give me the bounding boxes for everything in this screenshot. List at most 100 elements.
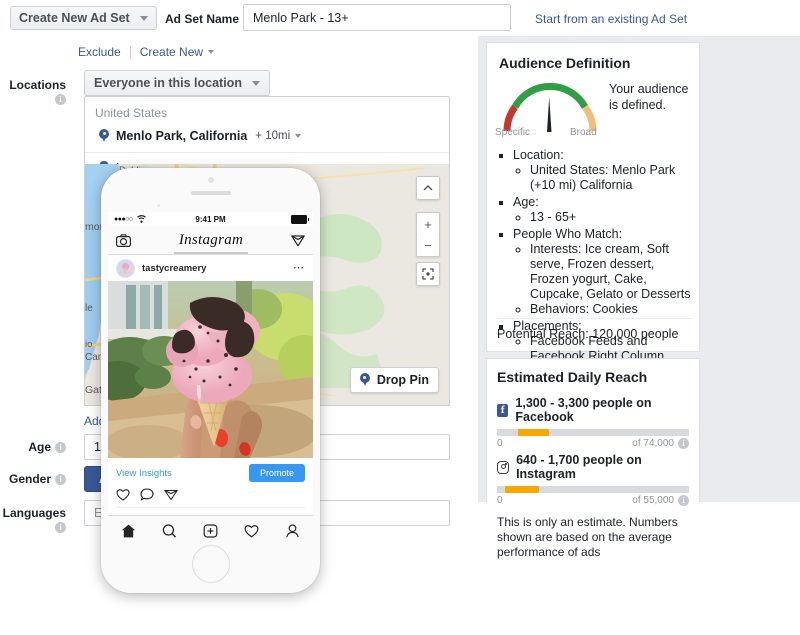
info-icon[interactable]: i: [678, 495, 689, 507]
audience-subitem: 13 - 65+: [530, 210, 695, 225]
languages-label: Languagesi: [2, 506, 66, 534]
ad-set-name-input[interactable]: Menlo Park - 13+: [243, 4, 511, 31]
chevron-down-icon: [139, 15, 148, 21]
instagram-bar-min: 0: [497, 495, 503, 507]
phone-speaker: [190, 191, 231, 195]
view-insights-link[interactable]: View Insights: [116, 468, 172, 479]
map-zoom-in-button[interactable]: +: [416, 212, 440, 236]
more-options-icon[interactable]: ⋯: [293, 263, 305, 274]
audience-subitem: United States: Menlo Park (+10 mi) Calif…: [530, 163, 695, 193]
audience-item: Age: 13 - 65+: [513, 194, 695, 225]
drop-pin-label: Drop Pin: [376, 373, 429, 387]
info-icon[interactable]: i: [55, 522, 66, 534]
search-icon[interactable]: [162, 524, 177, 538]
facebook-icon: f: [497, 403, 509, 417]
camera-icon[interactable]: [116, 233, 131, 247]
estimated-daily-reach-title: Estimated Daily Reach: [497, 369, 648, 385]
audience-sidebar: Audience Definition Specific Broad Your …: [478, 36, 800, 559]
info-icon[interactable]: i: [55, 442, 66, 454]
instagram-action-icons: [116, 488, 305, 508]
facebook-reach-bar: [497, 429, 689, 436]
locations-label: Locationsi: [9, 78, 66, 106]
map-recenter-button[interactable]: [416, 262, 440, 286]
chevron-down-icon: [295, 134, 302, 138]
audience-definition-card: Audience Definition Specific Broad Your …: [486, 42, 700, 363]
chevron-down-icon: [208, 50, 215, 54]
instagram-icon: [497, 460, 510, 474]
gender-label: Gender i: [0, 472, 66, 486]
location-name: Menlo Park, California: [116, 129, 248, 143]
activity-icon[interactable]: [244, 524, 259, 538]
phone-camera-icon: [207, 177, 214, 183]
drop-pin-button[interactable]: Drop Pin: [349, 367, 439, 393]
location-radius[interactable]: + 10mi: [255, 130, 290, 142]
recenter-icon: [422, 268, 434, 280]
map-pin-icon: [99, 129, 109, 143]
instagram-post-photo: [108, 281, 313, 458]
audience-subitem: Behaviors: Cookies: [530, 302, 695, 317]
location-scope-value: Everyone in this location: [94, 76, 242, 90]
create-new-ad-set-button[interactable]: Create New Ad Set: [10, 6, 157, 30]
info-icon[interactable]: i: [55, 474, 66, 486]
instagram-logo: Instagram: [178, 231, 244, 248]
instagram-post-header: tastycreamery ⋯: [108, 255, 313, 281]
location-scope-select[interactable]: Everyone in this location: [84, 70, 270, 96]
instagram-reach-text: 640 - 1,700 people on Instagram: [516, 453, 642, 482]
map-compass-button[interactable]: [416, 176, 440, 200]
divider: [129, 45, 131, 59]
chevron-down-icon: [251, 80, 260, 86]
age-label: Age i: [0, 440, 66, 454]
exclude-create-new-row: Exclude Create New: [78, 45, 215, 59]
create-new-ad-set-label: Create New Ad Set: [19, 11, 130, 25]
start-from-existing-ad-set-link[interactable]: Start from an existing Ad Set: [535, 12, 687, 26]
info-icon[interactable]: i: [678, 438, 689, 449]
svg-text:le: le: [85, 303, 93, 314]
instagram-tab-underline: [173, 252, 248, 254]
ad-set-name-label: Ad Set Namei: [165, 12, 255, 26]
audience-gauge: Specific Broad: [495, 77, 603, 139]
phone-sensor-dot: [157, 204, 160, 207]
map-zoom-out-button[interactable]: −: [416, 234, 440, 257]
audience-status-text: Your audience is defined.: [609, 82, 689, 112]
instagram-phone-mockup: ●●●○○ 9:41 PM Instagram tastycreamery ⋯ …: [101, 168, 320, 593]
top-toolbar: Create New Ad Set Ad Set Namei Menlo Par…: [0, 0, 800, 37]
instagram-bar-max: of 55,000 i: [632, 495, 689, 506]
add-post-icon[interactable]: [203, 524, 218, 538]
avatar[interactable]: [116, 258, 135, 278]
facebook-reach-bar-fill: [518, 429, 549, 436]
facebook-reach-text: 1,300 - 3,300 people on Facebook: [515, 396, 652, 424]
instagram-tab-bar: [108, 515, 313, 546]
profile-icon[interactable]: [285, 524, 300, 538]
facebook-reach-row: f 1,300 - 3,300 people on Facebook: [497, 396, 689, 424]
audience-subitem: Interests: Ice cream, Soft serve, Frozen…: [530, 242, 695, 302]
phone-time: 9:41 PM: [195, 214, 226, 224]
info-icon[interactable]: i: [55, 94, 66, 106]
share-icon[interactable]: [164, 488, 178, 501]
heart-icon[interactable]: [116, 488, 130, 501]
gauge-label-broad: Broad: [570, 127, 597, 138]
instagram-username[interactable]: tastycreamery: [142, 263, 206, 274]
phone-home-button[interactable]: [191, 545, 230, 583]
location-country-label: United States: [95, 106, 168, 120]
divider: [497, 318, 691, 319]
instagram-reach-bar: [497, 486, 689, 494]
comment-icon[interactable]: [140, 488, 154, 501]
audience-item: People Who Match: Interests: Ice cream, …: [513, 226, 695, 317]
svg-text:io: io: [85, 339, 92, 350]
paper-plane-icon[interactable]: [291, 234, 305, 247]
instagram-reach-bar-fill: [504, 486, 540, 494]
estimated-daily-reach-card: Estimated Daily Reach f 1,300 - 3,300 pe…: [486, 358, 700, 559]
potential-reach-text: Potential Reach: 120,000 people: [497, 327, 679, 341]
facebook-bar-max: of 74,000 i: [632, 438, 689, 449]
home-icon[interactable]: [121, 524, 136, 538]
location-row-primary[interactable]: Menlo Park, California + 10mi: [85, 124, 449, 152]
ice-cream-cone-photo: [108, 281, 313, 458]
facebook-ads-manager-page: Create New Ad Set Ad Set Namei Menlo Par…: [0, 0, 800, 635]
exclude-link[interactable]: Exclude: [78, 45, 121, 59]
gauge-label-specific: Specific: [495, 127, 531, 138]
instagram-nav-bar: Instagram: [108, 226, 313, 255]
promote-button[interactable]: Promote: [248, 464, 305, 482]
map-pin-icon: [359, 373, 370, 387]
create-new-link[interactable]: Create New: [140, 45, 203, 59]
battery-icon: [291, 214, 309, 224]
